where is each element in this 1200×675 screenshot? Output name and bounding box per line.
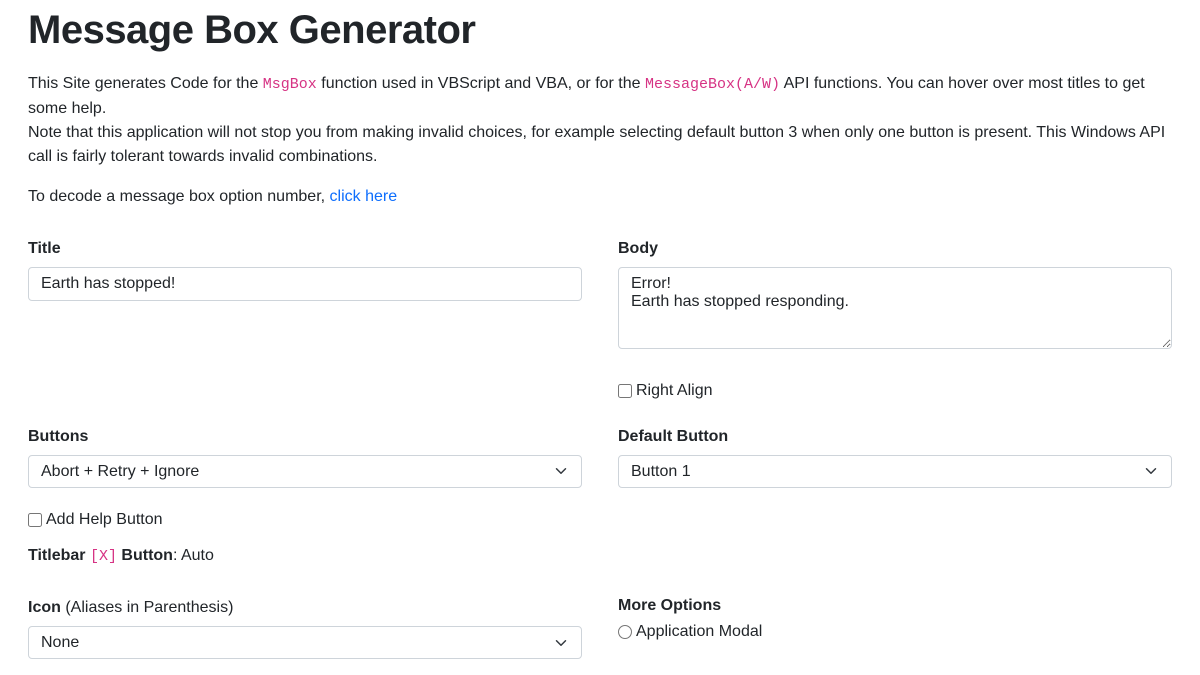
titlebar-prefix: Titlebar: [28, 547, 90, 564]
intro-text: This Site generates Code for the: [28, 75, 263, 92]
right-align-checkbox[interactable]: [618, 384, 632, 398]
app-modal-label: Application Modal: [636, 620, 762, 644]
more-options-label: More Options: [618, 594, 1172, 618]
body-textarea[interactable]: Error! Earth has stopped responding.: [618, 267, 1172, 349]
title-label: Title: [28, 237, 582, 261]
intro-text: function used in VBScript and VBA, or fo…: [317, 75, 645, 92]
right-align-label: Right Align: [636, 379, 713, 403]
default-button-select[interactable]: Button 1: [618, 455, 1172, 488]
help-button-label: Add Help Button: [46, 508, 163, 532]
body-label: Body: [618, 237, 1172, 261]
buttons-label: Buttons: [28, 425, 582, 449]
title-input[interactable]: [28, 267, 582, 301]
intro-paragraph-1: This Site generates Code for the MsgBox …: [28, 72, 1172, 121]
intro-paragraph-2: Note that this application will not stop…: [28, 121, 1172, 169]
titlebar-button-text: Button: [117, 547, 173, 564]
titlebar-x-code: [X]: [90, 548, 117, 565]
titlebar-suffix: : Auto: [173, 547, 214, 564]
default-button-label: Default Button: [618, 425, 1172, 449]
decode-line: To decode a message box option number, c…: [28, 185, 1172, 209]
titlebar-line: Titlebar [X] Button: Auto: [28, 544, 582, 569]
buttons-select[interactable]: Abort + Retry + Ignore: [28, 455, 582, 488]
decode-link[interactable]: click here: [330, 188, 398, 205]
icon-label-main: Icon: [28, 599, 61, 616]
help-button-checkbox[interactable]: [28, 513, 42, 527]
page-title: Message Box Generator: [28, 0, 1172, 60]
icon-select[interactable]: None: [28, 626, 582, 659]
app-modal-radio[interactable]: [618, 625, 632, 639]
decode-prefix: To decode a message box option number,: [28, 188, 330, 205]
code-messagebox: MessageBox(A/W): [645, 76, 780, 93]
code-msgbox: MsgBox: [263, 76, 317, 93]
icon-label-suffix: (Aliases in Parenthesis): [61, 599, 234, 616]
